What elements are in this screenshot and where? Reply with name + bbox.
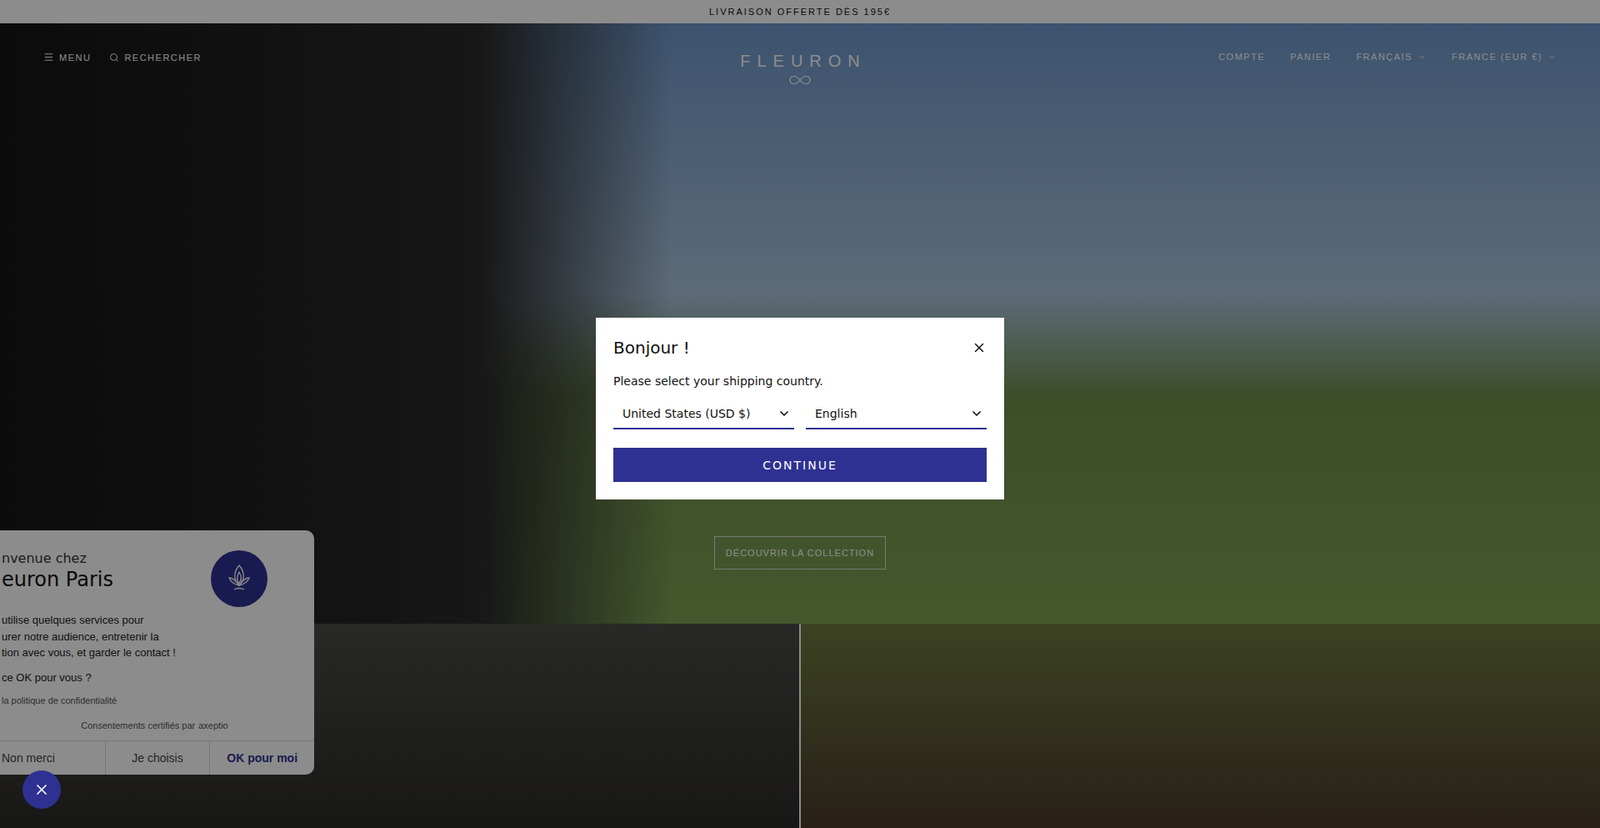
modal-message: Please select your shipping country. bbox=[613, 374, 987, 388]
language-select[interactable]: English bbox=[805, 399, 987, 430]
modal-title: Bonjour ! bbox=[613, 337, 690, 358]
country-select[interactable]: United States (USD $) bbox=[613, 399, 795, 430]
modal-header: Bonjour ! bbox=[613, 337, 987, 358]
close-icon bbox=[971, 340, 987, 355]
cookie-close-button[interactable] bbox=[22, 770, 61, 809]
close-icon bbox=[33, 780, 50, 798]
shipping-modal: Bonjour ! Please select your shipping cou… bbox=[595, 317, 1005, 500]
modal-close-button[interactable] bbox=[971, 340, 987, 355]
page: LIVRAISON OFFERTE DÈS 195€MENURECHERCHER… bbox=[0, 0, 1600, 828]
continue-button[interactable]: CONTINUE bbox=[613, 447, 987, 482]
chevron-down-icon bbox=[970, 406, 984, 420]
select-row: United States (USD $) English bbox=[613, 399, 987, 430]
chevron-down-icon bbox=[777, 406, 791, 420]
